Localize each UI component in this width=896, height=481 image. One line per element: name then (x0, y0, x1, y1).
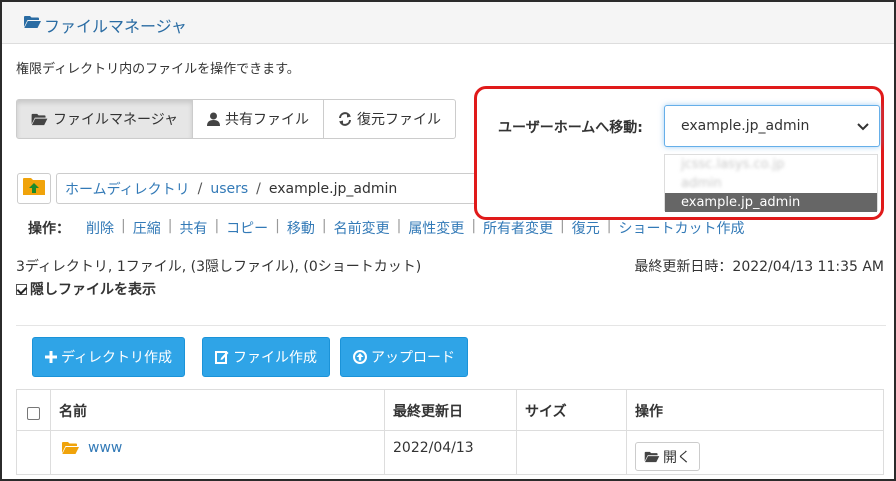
directory-summary: 3ディレクトリ, 1ファイル, (3隠しファイル), (0ショートカット) (16, 259, 422, 275)
refresh-icon (338, 112, 352, 126)
section-divider (16, 325, 886, 326)
row-name-cell: www (50, 430, 385, 475)
op-divider: | (606, 218, 612, 234)
dropdown-option-selected[interactable]: example.jp_admin (665, 193, 877, 212)
op-copy[interactable]: コピー (226, 218, 268, 238)
create-file-label: ファイル作成 (233, 350, 317, 366)
folder-open-icon (24, 15, 41, 33)
user-home-navigator: ユーザーホームへ移動: example.jp_admin jcssc.lasys… (474, 86, 884, 220)
op-delete[interactable]: 削除 (86, 218, 114, 238)
select-all-checkbox[interactable] (27, 407, 40, 420)
op-divider: | (167, 218, 173, 234)
plus-icon (45, 351, 57, 363)
row-modified-cell: 2022/04/13 (384, 430, 517, 475)
op-rename[interactable]: 名前変更 (334, 218, 390, 238)
show-hidden-toggle[interactable]: 隠しファイルを表示 (16, 279, 156, 299)
breadcrumb-current: example.jp_admin (268, 180, 398, 197)
op-divider: | (121, 218, 126, 234)
folder-open-icon (644, 451, 660, 463)
upload-button[interactable]: アップロード (340, 337, 468, 377)
file-manager-window: ファイルマネージャ 権限ディレクトリ内のファイルを操作できます。 ファイルマネー… (0, 0, 896, 481)
select-all-cell (16, 389, 51, 431)
tab-file-manager[interactable]: ファイルマネージャ (16, 99, 194, 139)
edit-icon (215, 350, 229, 364)
col-size[interactable]: サイズ (516, 389, 627, 431)
breadcrumb-separator: / (256, 180, 261, 197)
upload-label: アップロード (371, 350, 455, 366)
table-row: www 2022/04/13 開く (16, 430, 884, 475)
tab-restore-files[interactable]: 復元ファイル (323, 99, 457, 139)
col-operations: 操作 (626, 389, 884, 431)
file-name-link[interactable]: www (88, 440, 122, 456)
view-tab-group: ファイルマネージャ 共有ファイル 復元ファイル (16, 99, 457, 139)
last-modified: 最終更新日時：2022/04/13 11:35 AM (634, 259, 884, 275)
breadcrumb: ホームディレクトリ / users / example.jp_admin (56, 173, 474, 204)
op-create-shortcut[interactable]: ショートカット作成 (618, 218, 744, 238)
tab-label: 共有ファイル (225, 112, 310, 128)
create-directory-button[interactable]: ディレクトリ作成 (32, 337, 186, 377)
row-size-cell (516, 430, 627, 475)
tab-label: 復元ファイル (357, 112, 442, 128)
op-move[interactable]: 移動 (287, 218, 315, 238)
user-icon (207, 112, 221, 126)
create-directory-label: ディレクトリ作成 (61, 350, 173, 366)
op-divider: | (471, 218, 477, 234)
folder-up-icon (23, 177, 45, 200)
operations-bar: 操作： 削除 | 圧縮 | 共有 | コピー | 移動 | 名前変更 | 属性変更 | 所有者… (28, 218, 744, 238)
dropdown-option[interactable]: jcssc.lasys.co.jp (665, 155, 877, 174)
op-divider: | (396, 218, 402, 234)
op-change-attributes[interactable]: 属性変更 (408, 218, 464, 238)
create-file-button[interactable]: ファイル作成 (202, 337, 330, 377)
panel-header: ファイルマネージャ (2, 2, 894, 44)
operations-label: 操作： (28, 221, 70, 237)
op-compress[interactable]: 圧縮 (133, 218, 161, 238)
op-change-owner[interactable]: 所有者変更 (483, 218, 553, 238)
op-divider: | (560, 218, 565, 234)
row-ops-cell: 開く (626, 430, 884, 475)
parent-directory-button[interactable] (17, 173, 51, 204)
open-label: 開く (663, 449, 691, 466)
table-header-row: 名前 最終更新日 サイズ 操作 (16, 389, 884, 431)
tab-label: ファイルマネージャ (53, 112, 179, 128)
user-home-label: ユーザーホームへ移動: (498, 120, 643, 136)
col-name[interactable]: 名前 (50, 389, 385, 431)
op-divider: | (321, 218, 327, 234)
op-divider: | (275, 218, 280, 234)
op-share[interactable]: 共有 (179, 218, 207, 238)
file-table: 名前 最終更新日 サイズ 操作 www 2022/04/13 開く (16, 389, 884, 475)
row-check-cell (16, 430, 51, 475)
op-divider: | (214, 218, 220, 234)
op-restore[interactable]: 復元 (572, 218, 600, 238)
breadcrumb-users[interactable]: users (210, 181, 248, 197)
upload-icon (353, 350, 367, 364)
open-button[interactable]: 開く (635, 442, 700, 471)
user-home-dropdown-list: jcssc.lasys.co.jp admin example.jp_admin (664, 154, 878, 212)
breadcrumb-separator: / (197, 180, 203, 197)
user-home-select[interactable]: example.jp_admin (664, 105, 880, 147)
folder-open-icon (31, 113, 48, 126)
user-home-selected-value: example.jp_admin (681, 118, 810, 134)
chevron-down-icon (857, 120, 869, 136)
show-hidden-label: 隠しファイルを表示 (30, 282, 156, 298)
show-hidden-checkbox[interactable] (16, 283, 27, 295)
page-description: 権限ディレクトリ内のファイルを操作できます。 (16, 62, 300, 77)
page-title: ファイルマネージャ (44, 17, 187, 36)
dropdown-option[interactable]: admin (665, 174, 877, 193)
breadcrumb-home[interactable]: ホームディレクトリ (65, 179, 190, 199)
col-modified[interactable]: 最終更新日 (384, 389, 517, 431)
tab-shared-files[interactable]: 共有ファイル (192, 99, 325, 139)
folder-open-icon (61, 441, 80, 455)
